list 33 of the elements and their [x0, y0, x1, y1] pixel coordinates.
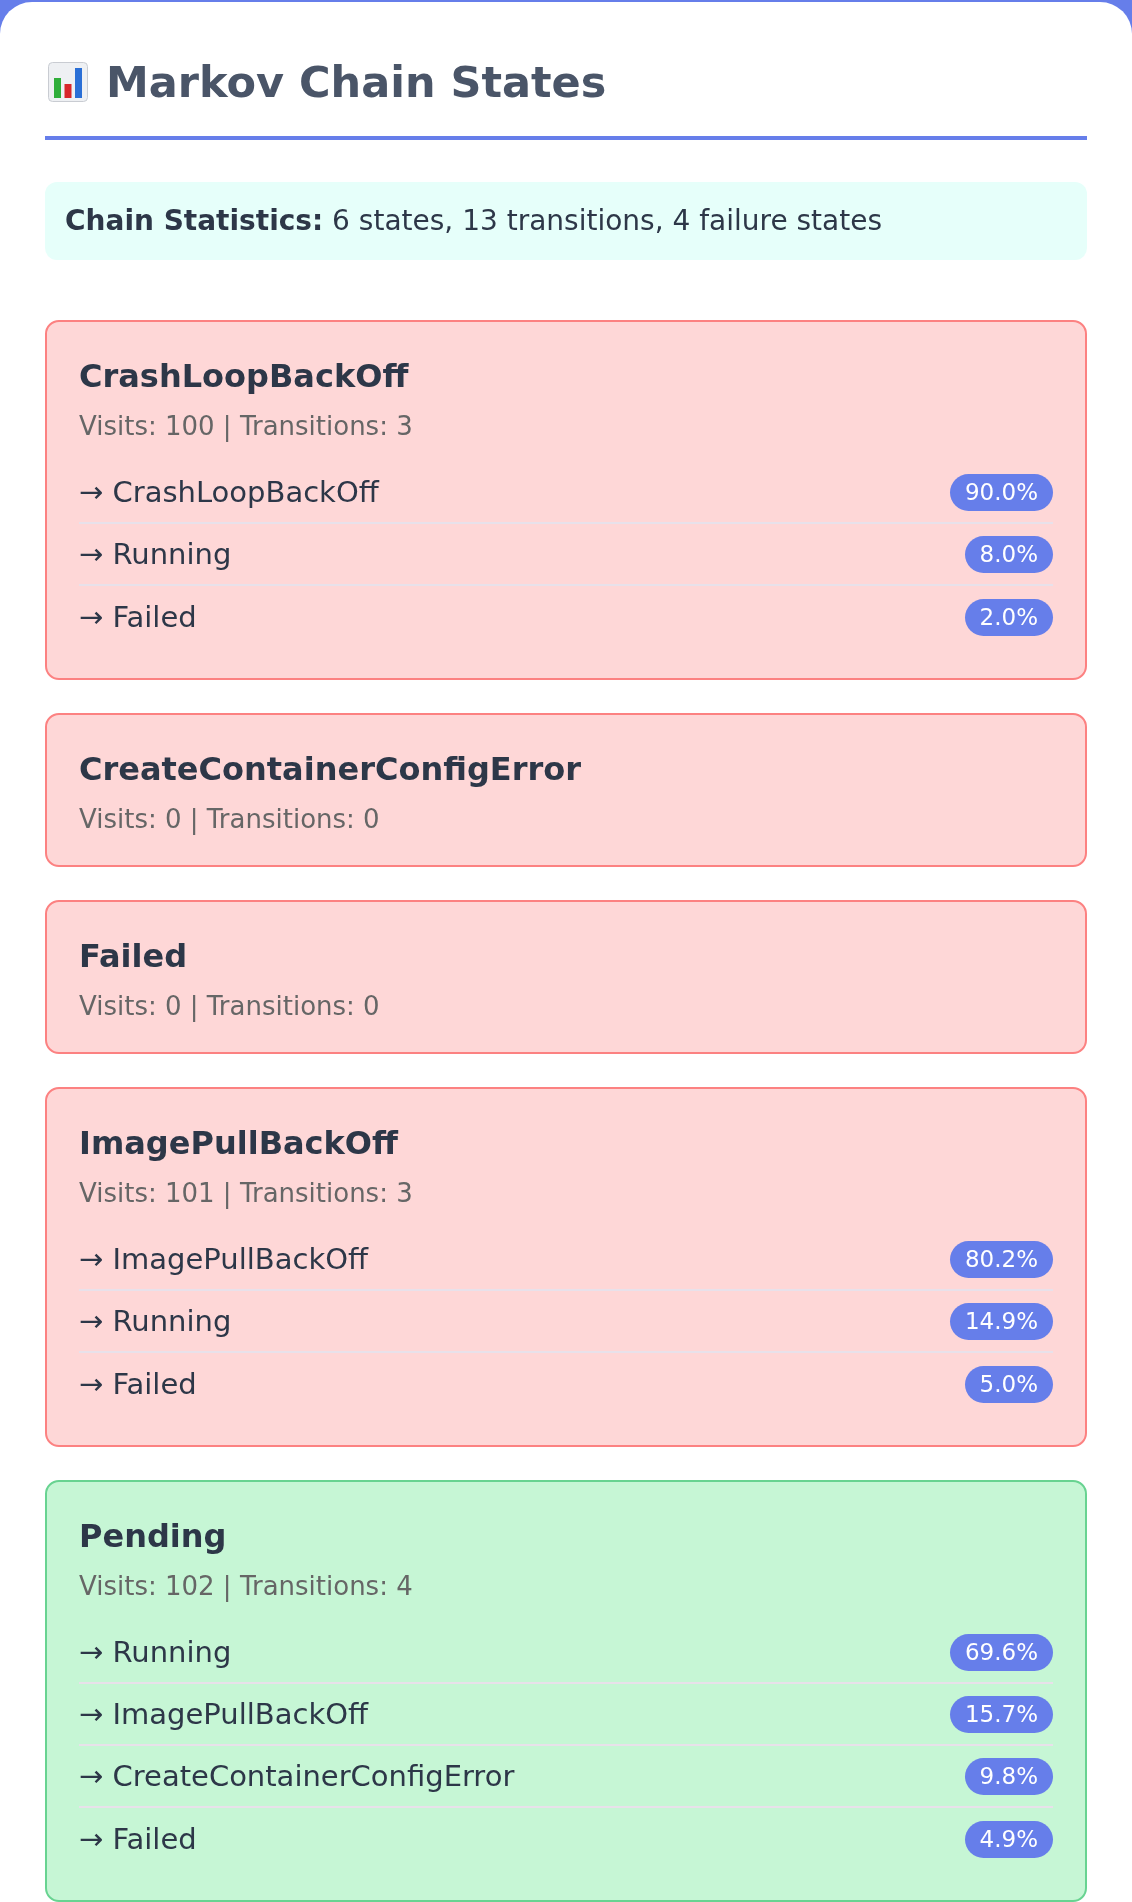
- state-name: CrashLoopBackOff: [79, 356, 410, 396]
- transition-target: → Running: [79, 1303, 232, 1339]
- probability-badge: 4.9%: [964, 1820, 1053, 1858]
- state-meta: Visits: 101 | Transitions: 3: [79, 1177, 414, 1209]
- state-name: Pending: [79, 1516, 228, 1556]
- transition-target: → Running: [79, 536, 232, 572]
- transition-target: → Running: [79, 1634, 232, 1670]
- transition-target: → ImagePullBackOff: [79, 1696, 369, 1732]
- probability-badge: 15.7%: [949, 1695, 1053, 1733]
- transition-target: → ImagePullBackOff: [79, 1241, 369, 1277]
- transition-target: → CrashLoopBackOff: [79, 474, 379, 510]
- chain-statistics-text: Chain Statistics: 6 states, 13 transitions, 4 failure states: [65, 204, 883, 237]
- state-name: ImagePullBackOff: [79, 1123, 400, 1163]
- probability-badge: 69.6%: [949, 1633, 1053, 1671]
- bar-chart-icon: [48, 62, 88, 102]
- probability-badge: 5.0%: [964, 1365, 1053, 1403]
- state-meta: Visits: 0 | Transitions: 0: [79, 990, 381, 1022]
- state-name: CreateContainerConfigError: [79, 749, 582, 789]
- transition-target: → Failed: [79, 599, 197, 635]
- transition-target: → CreateContainerConfigError: [79, 1758, 515, 1794]
- transition-target: → Failed: [79, 1366, 197, 1402]
- probability-badge: 2.0%: [964, 598, 1053, 636]
- state-name: Failed: [79, 936, 189, 976]
- probability-badge: 80.2%: [949, 1240, 1053, 1278]
- page-title: Markov Chain States: [106, 57, 607, 107]
- probability-badge: 8.0%: [964, 535, 1053, 573]
- probability-badge: 14.9%: [949, 1302, 1053, 1340]
- state-meta: Visits: 102 | Transitions: 4: [79, 1570, 414, 1602]
- probability-badge: 90.0%: [949, 473, 1053, 511]
- state-meta: Visits: 0 | Transitions: 0: [79, 803, 381, 835]
- probability-badge: 9.8%: [964, 1757, 1053, 1795]
- state-meta: Visits: 100 | Transitions: 3: [79, 410, 414, 442]
- transition-target: → Failed: [79, 1821, 197, 1857]
